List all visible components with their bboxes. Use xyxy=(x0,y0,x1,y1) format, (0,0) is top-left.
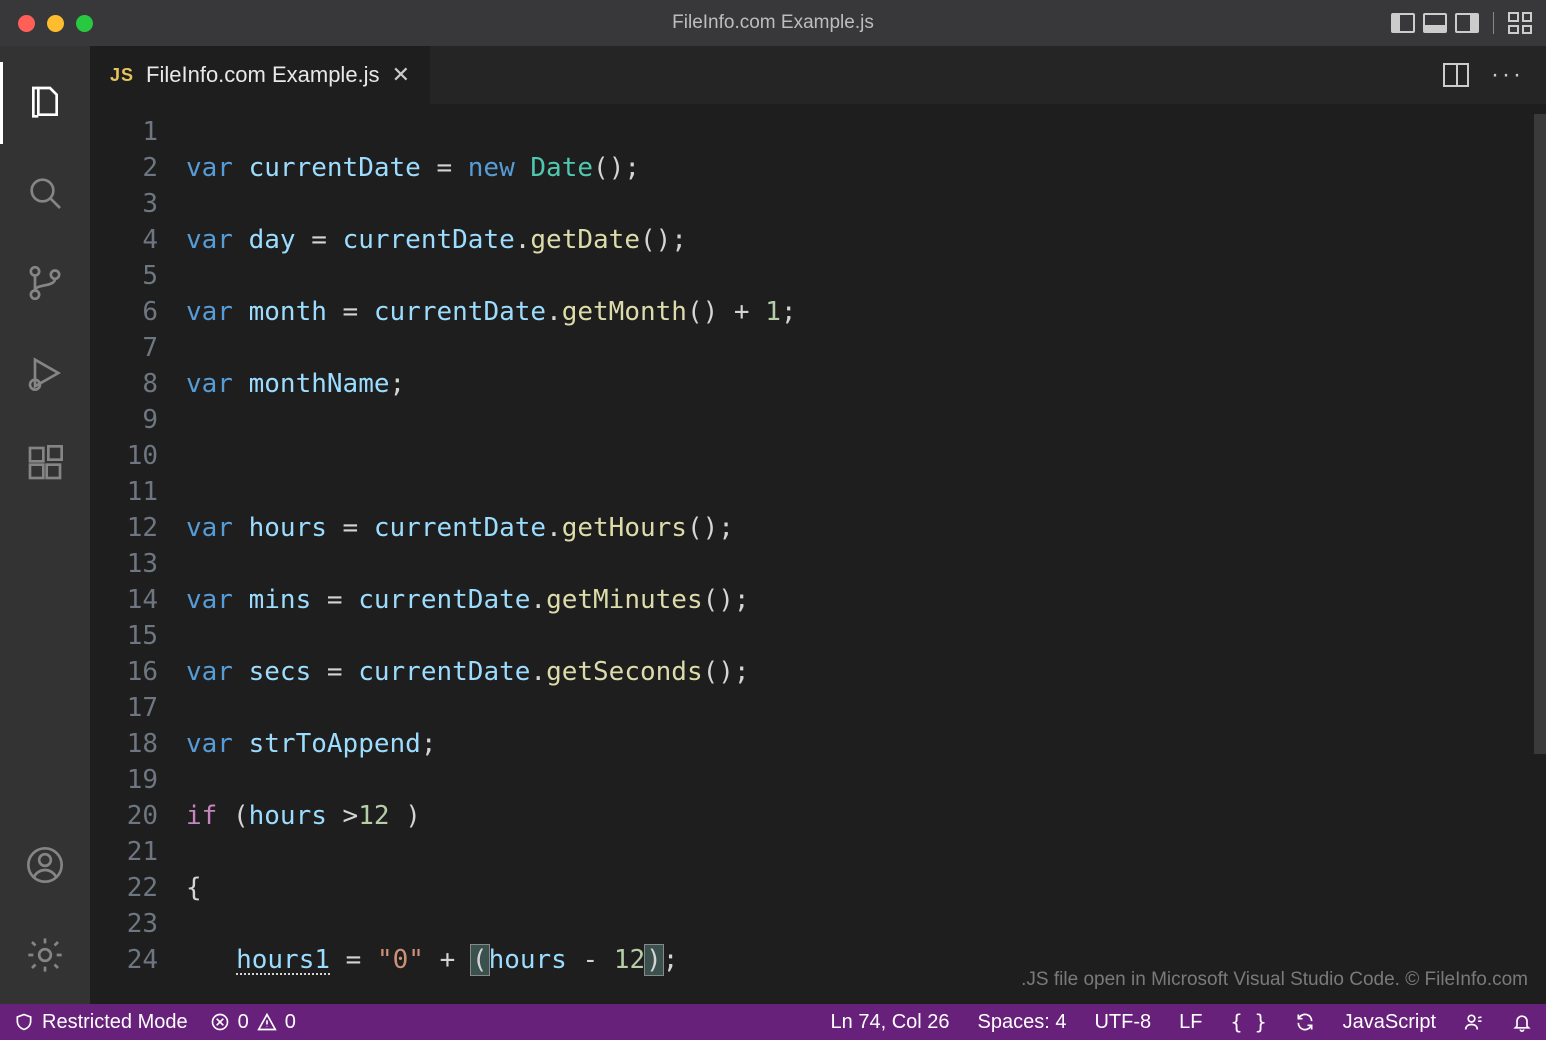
cursor-position-button[interactable]: Ln 74, Col 26 xyxy=(831,1011,950,1034)
eol-button[interactable]: LF xyxy=(1179,1011,1202,1034)
restricted-mode-button[interactable]: Restricted Mode xyxy=(14,1011,188,1034)
search-icon xyxy=(25,173,65,213)
watermark-text: .JS file open in Microsoft Visual Studio… xyxy=(1021,962,1528,998)
activity-bar xyxy=(0,46,90,1004)
code-content: var currentDate = new Date(); var day = … xyxy=(186,104,1546,1004)
extensions-tab[interactable] xyxy=(0,418,90,508)
line-number: 19 xyxy=(90,762,158,798)
line-number: 21 xyxy=(90,834,158,870)
toggle-primary-sidebar-button[interactable] xyxy=(1391,13,1415,33)
line-number: 1 xyxy=(90,114,158,150)
line-number: 4 xyxy=(90,222,158,258)
language-mode-button[interactable]: JavaScript xyxy=(1343,1011,1436,1034)
notifications-button[interactable] xyxy=(1512,1012,1532,1032)
line-number: 3 xyxy=(90,186,158,222)
line-number: 13 xyxy=(90,546,158,582)
tab-label: FileInfo.com Example.js xyxy=(146,62,380,88)
minimize-window-button[interactable] xyxy=(47,15,64,32)
tab-example-js[interactable]: JS FileInfo.com Example.js ✕ xyxy=(90,46,431,104)
line-number: 23 xyxy=(90,906,158,942)
line-number: 5 xyxy=(90,258,158,294)
customize-layout-button[interactable] xyxy=(1508,12,1532,34)
feedback-icon xyxy=(1464,1012,1484,1032)
branch-icon xyxy=(25,263,65,303)
sync-icon xyxy=(1295,1012,1315,1032)
sync-button[interactable] xyxy=(1295,1012,1315,1032)
editor-tabs: JS FileInfo.com Example.js ✕ ··· xyxy=(90,46,1546,104)
line-number: 20 xyxy=(90,798,158,834)
problems-button[interactable]: 0 0 xyxy=(210,1011,296,1034)
run-debug-tab[interactable] xyxy=(0,328,90,418)
close-window-button[interactable] xyxy=(18,15,35,32)
line-number-gutter: 123456789101112131415161718192021222324 xyxy=(90,104,186,1004)
toggle-secondary-sidebar-button[interactable] xyxy=(1455,13,1479,33)
line-number: 11 xyxy=(90,474,158,510)
line-number: 7 xyxy=(90,330,158,366)
window-title: FileInfo.com Example.js xyxy=(672,12,874,34)
encoding-button[interactable]: UTF-8 xyxy=(1094,1011,1151,1034)
language-picker-brackets-icon[interactable]: { } xyxy=(1231,1010,1267,1034)
settings-button[interactable] xyxy=(0,910,90,1000)
error-icon xyxy=(210,1012,230,1032)
toggle-panel-button[interactable] xyxy=(1423,13,1447,33)
indentation-button[interactable]: Spaces: 4 xyxy=(978,1011,1067,1034)
line-number: 24 xyxy=(90,942,158,978)
bell-icon xyxy=(1512,1012,1532,1032)
line-number: 22 xyxy=(90,870,158,906)
line-number: 9 xyxy=(90,402,158,438)
line-number: 17 xyxy=(90,690,158,726)
warning-icon xyxy=(257,1012,277,1032)
line-number: 2 xyxy=(90,150,158,186)
line-number: 18 xyxy=(90,726,158,762)
accounts-button[interactable] xyxy=(0,820,90,910)
source-control-tab[interactable] xyxy=(0,238,90,328)
scrollbar-thumb[interactable] xyxy=(1534,114,1546,754)
title-bar: FileInfo.com Example.js xyxy=(0,0,1546,46)
search-tab[interactable] xyxy=(0,148,90,238)
shield-icon xyxy=(14,1012,34,1032)
main-area: JS FileInfo.com Example.js ✕ ··· 1234567… xyxy=(0,46,1546,1004)
text-editor[interactable]: 123456789101112131415161718192021222324 … xyxy=(90,104,1546,1004)
line-number: 16 xyxy=(90,654,158,690)
title-bar-right xyxy=(1391,12,1532,34)
files-icon xyxy=(25,83,65,123)
line-number: 6 xyxy=(90,294,158,330)
feedback-button[interactable] xyxy=(1464,1012,1484,1032)
close-tab-button[interactable]: ✕ xyxy=(392,62,410,88)
editor-region: JS FileInfo.com Example.js ✕ ··· 1234567… xyxy=(90,46,1546,1004)
extensions-icon xyxy=(25,443,65,483)
explorer-tab[interactable] xyxy=(0,58,90,148)
split-editor-button[interactable] xyxy=(1443,63,1469,87)
window-controls xyxy=(0,15,93,32)
separator xyxy=(1493,12,1494,34)
gear-icon xyxy=(25,935,65,975)
play-bug-icon xyxy=(25,353,65,393)
line-number: 10 xyxy=(90,438,158,474)
account-icon xyxy=(25,845,65,885)
maximize-window-button[interactable] xyxy=(76,15,93,32)
editor-more-button[interactable]: ··· xyxy=(1491,61,1524,89)
status-bar: Restricted Mode 0 0 Ln 74, Col 26 Spaces… xyxy=(0,1004,1546,1040)
line-number: 14 xyxy=(90,582,158,618)
line-number: 12 xyxy=(90,510,158,546)
line-number: 15 xyxy=(90,618,158,654)
js-file-icon: JS xyxy=(110,65,134,86)
line-number: 8 xyxy=(90,366,158,402)
